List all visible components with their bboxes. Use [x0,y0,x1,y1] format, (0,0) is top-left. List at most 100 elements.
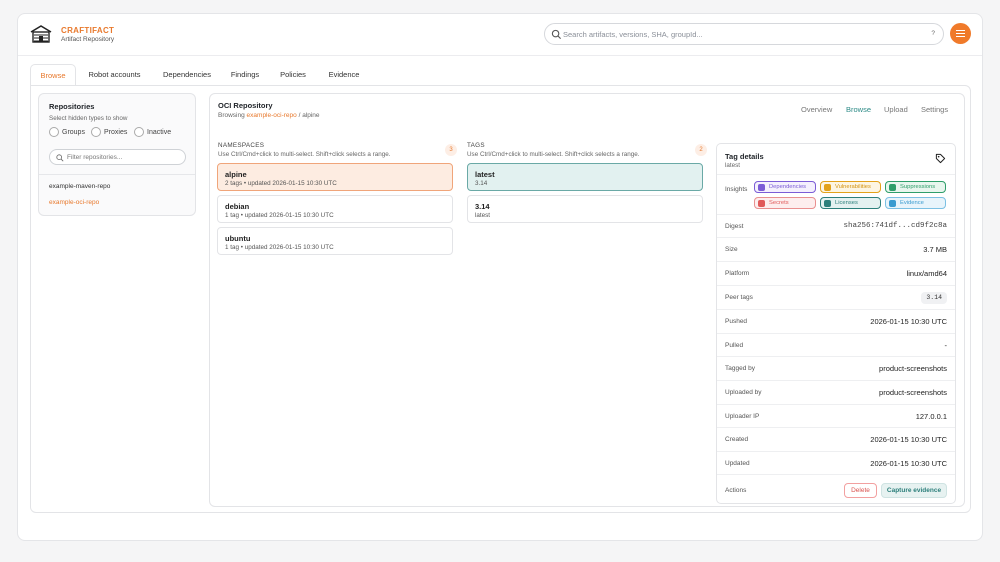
tab-robot-accounts[interactable]: Robot accounts [81,64,148,86]
cabin-logo-icon [30,25,52,43]
details-title: Tag details [725,152,764,161]
tag-item-3-14[interactable]: 3.14 latest [467,195,703,223]
subnav-upload[interactable]: Upload [884,105,908,114]
chip-label: Secrets [769,200,789,206]
subnav-overview[interactable]: Overview [801,105,832,114]
insight-secrets[interactable]: Secrets [754,197,816,209]
detail-row-platform: Platform linux/amd64 [717,261,955,285]
detail-row-pulled: Pulled - [717,333,955,356]
updated-value: 2026-01-15 10:30 UTC [870,459,947,468]
filter-input[interactable] [67,151,182,164]
platform-value: linux/amd64 [906,269,947,278]
insight-suppressions[interactable]: Suppressions [885,181,946,193]
breadcrumb-namespace: / alpine [298,112,320,119]
insight-vulnerabilities[interactable]: Vulnerabilities [820,181,881,193]
filter-inactive[interactable]: Inactive [134,127,171,137]
uploader-ip-value: 127.0.0.1 [915,412,947,421]
row-label: Pulled [725,342,744,349]
detail-row-digest: Digest sha256:741df...cd9f2c8a [717,214,955,237]
tag-item-latest[interactable]: latest 3.14 [467,163,703,191]
oci-repository-panel: OCI Repository Browsing example-oci-repo… [209,93,965,507]
namespace-item-ubuntu[interactable]: ubuntu 1 tag • updated 2026-01-15 10:30 … [217,227,453,255]
row-label: Peer tags [725,294,753,301]
detail-row-pushed: Pushed 2026-01-15 10:30 UTC [717,309,955,333]
tab-findings[interactable]: Findings [225,64,265,86]
insight-dependencies[interactable]: Dependencies [754,181,816,193]
details-subtitle: latest [725,162,741,169]
repo-item-example-maven-repo[interactable]: example-maven-repo [49,183,110,190]
detail-row-uploaded-by: Uploaded by product-screenshots [717,380,955,404]
filter-groups[interactable]: Groups [49,127,85,137]
chip-label: Evidence [900,200,924,206]
row-label: Insights [725,186,748,193]
insight-licenses[interactable]: Licenses [820,197,881,209]
tab-evidence[interactable]: Evidence [321,64,367,86]
row-label: Digest [725,223,744,230]
search-icon [56,154,64,162]
menu-icon [956,30,965,32]
tab-dependencies[interactable]: Dependencies [157,64,217,86]
detail-row-uploader-ip: Uploader IP 127.0.0.1 [717,404,955,427]
filter-label: Proxies [104,128,128,136]
radio[interactable] [91,127,101,137]
chip-label: Dependencies [769,184,807,190]
row-label: Uploader IP [725,413,760,420]
radio[interactable] [49,127,59,137]
namespace-name: debian [225,202,250,211]
repo-item-example-oci-repo[interactable]: example-oci-repo [49,199,99,206]
row-label: Updated [725,460,750,467]
filter-label: Groups [62,128,85,136]
tab-policies[interactable]: Policies [274,64,312,86]
subnav-browse[interactable]: Browse [846,105,871,114]
created-value: 2026-01-15 10:30 UTC [870,435,947,444]
delete-button[interactable]: Delete [844,483,877,498]
chip-label: Licenses [835,200,858,206]
tag-name: latest [475,170,495,179]
tagged-by-value: product-screenshots [879,364,947,373]
capture-evidence-button[interactable]: Capture evidence [881,483,947,498]
sidebar-title: Repositories [49,102,95,111]
breadcrumb-repo-link[interactable]: example-oci-repo [247,112,297,119]
tag-icon [935,153,946,164]
license-icon [824,200,831,207]
breadcrumb-prefix: Browsing [218,112,245,119]
namespaces-label: NAMESPACES [218,142,265,149]
radio[interactable] [134,127,144,137]
detail-row-tagged-by: Tagged by product-screenshots [717,356,955,380]
insight-evidence[interactable]: Evidence [885,197,946,209]
detail-row-created: Created 2026-01-15 10:30 UTC [717,427,955,451]
tag-details-panel: Tag details latest Insights Dependencies… [716,143,956,504]
filter-label: Inactive [147,128,172,136]
row-label: Tagged by [725,365,755,372]
breadcrumb: Browsing example-oci-repo / alpine [218,112,320,119]
size-value: 3.7 MB [923,245,947,254]
peer-tag-pill[interactable]: 3.14 [921,292,947,304]
search-input[interactable] [563,26,923,43]
global-search[interactable]: ? [544,23,944,45]
tag-name: 3.14 [475,202,490,211]
tab-browse[interactable]: Browse [30,64,76,86]
tag-meta: latest [475,212,491,219]
detail-row-actions: Actions Delete Capture evidence [717,474,955,504]
evidence-icon [889,200,896,207]
namespace-item-alpine[interactable]: alpine 2 tags • updated 2026-01-15 10:30… [217,163,453,191]
sidebar-hint: Select hidden types to show [49,115,128,122]
shield-icon [824,184,831,191]
namespace-meta: 1 tag • updated 2026-01-15 10:30 UTC [225,244,334,251]
menu-icon [956,33,965,35]
insights-row: Insights Dependencies Vulnerabilities Su… [717,174,955,214]
namespaces-hint: Use Ctrl/Cmd+click to multi-select. Shif… [218,151,391,158]
chip-label: Suppressions [900,184,936,190]
namespace-item-debian[interactable]: debian 1 tag • updated 2026-01-15 10:30 … [217,195,453,223]
filter-repositories[interactable] [49,149,186,165]
brand-name: CRAFTIFACT [61,26,115,35]
subnav-settings[interactable]: Settings [921,105,948,114]
tags-count-badge: 2 [695,144,707,156]
namespace-name: ubuntu [225,234,251,243]
menu-button[interactable] [950,23,971,44]
page-title: OCI Repository [218,101,273,110]
row-label: Size [725,246,738,253]
key-icon [758,200,765,207]
namespace-name: alpine [225,170,247,179]
filter-proxies[interactable]: Proxies [91,127,127,137]
